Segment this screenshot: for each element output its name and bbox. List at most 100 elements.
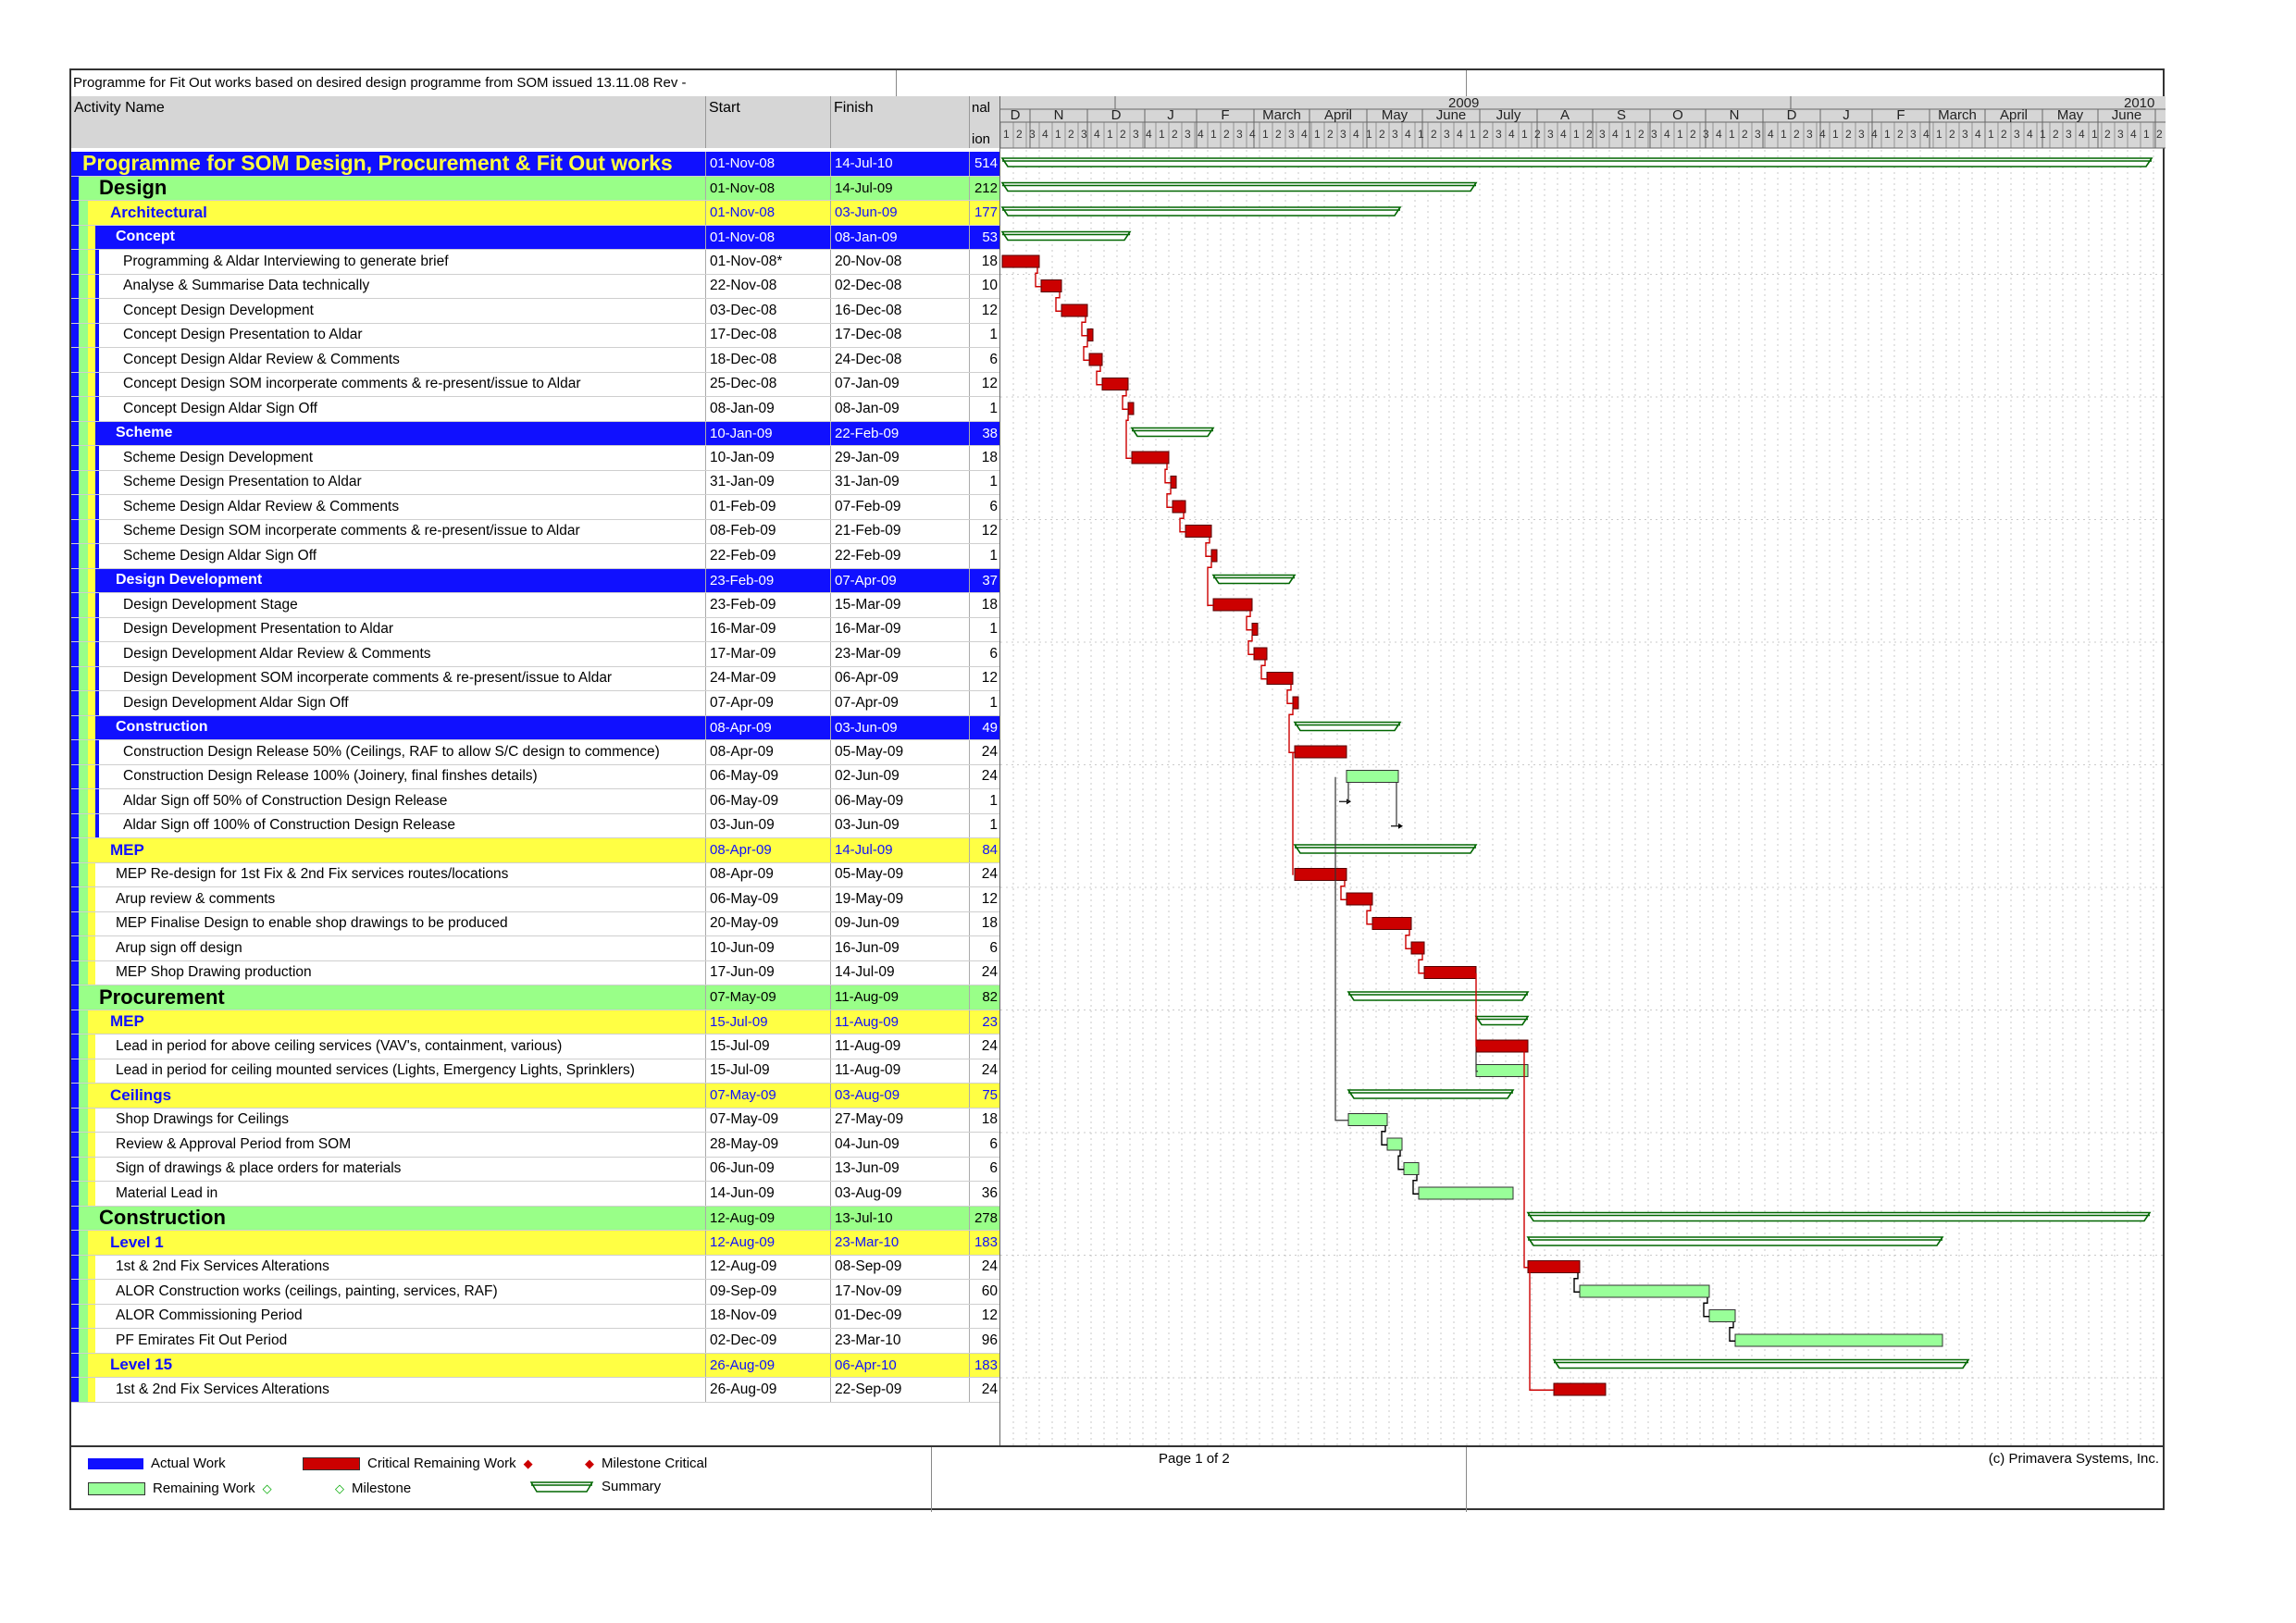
duration-cell: 60 [969,1280,999,1304]
column-header-duration[interactable]: nal ion [969,96,1000,148]
activity-row[interactable]: Construction Design Release 50% (Ceiling… [71,740,999,765]
activity-row[interactable]: Arup review & comments 06-May-09 19-May-09… [71,887,999,912]
activity-row[interactable]: Aldar Sign off 100% of Construction Desi… [71,813,999,838]
activity-name-cell: MEP Re-design for 1st Fix & 2nd Fix serv… [71,862,705,886]
finish-date-cell: 14-Jul-09 [830,960,969,985]
activity-row[interactable]: Arup sign off design 10-Jun-09 16-Jun-09 6 [71,936,999,961]
activity-row[interactable]: Scheme Design Aldar Review & Comments 01-… [71,495,999,520]
wbs-indent-bar [95,397,99,421]
wbs-indent-bar [71,911,79,935]
discipline-row[interactable]: MEP 08-Apr-09 14-Jul-09 84 [71,838,999,863]
activity-row[interactable]: Concept Design Development 03-Dec-08 16-De… [71,299,999,324]
activity-row[interactable]: 1st & 2nd Fix Services Alterations 12-Aug… [71,1255,999,1280]
activity-row[interactable]: MEP Finalise Design to enable shop drawi… [71,911,999,936]
dependency-link [1122,390,1128,410]
activity-row[interactable]: Scheme Design Aldar Sign Off 22-Feb-09 22-… [71,544,999,569]
activity-name-cell: Scheme Design SOM incorperate comments &… [71,519,705,543]
activity-row[interactable]: Scheme Design Presentation to Aldar 31-Ja… [71,470,999,495]
wbs-indent-bar [79,691,88,715]
summary-bar [1552,1358,1970,1369]
activity-name-cell: Design Development SOM incorperate comme… [71,666,705,690]
activity-row[interactable]: Design Development Aldar Review & Commen… [71,642,999,667]
column-header-finish[interactable]: Finish [830,96,970,148]
discipline-row[interactable]: MEP 15-Jul-09 11-Aug-09 23 [71,1010,999,1035]
activity-row[interactable]: MEP Shop Drawing production 17-Jun-09 14-J… [71,960,999,985]
activity-row[interactable]: Design Development Aldar Sign Off 07-Apr-… [71,691,999,716]
activity-row[interactable]: Lead in period for above ceiling service… [71,1035,999,1059]
duration-cell: 6 [969,495,999,519]
summary-bar [1347,1089,1515,1099]
week-label: 2 [2104,128,2111,141]
wbs-indent-bar [88,813,95,837]
activity-name: Architectural [110,203,207,221]
activity-row[interactable]: ALOR Commissioning Period 18-Nov-09 01-Dec… [71,1304,999,1329]
activity-row[interactable]: Construction Design Release 100% (Joiner… [71,764,999,789]
duration-cell: 1 [969,789,999,813]
duration-cell: 1 [969,691,999,715]
activity-row[interactable]: Concept Design Aldar Review & Comments 18… [71,348,999,373]
activity-row[interactable]: Design Development Presentation to Aldar… [71,617,999,642]
activity-row[interactable]: Concept Design SOM incorperate comments … [71,372,999,397]
start-date-cell: 22-Feb-09 [705,544,830,568]
activity-name: Concept Design Presentation to Aldar [123,327,363,343]
activity-row[interactable]: PF Emirates Fit Out Period 02-Dec-09 23-Ma… [71,1329,999,1354]
activity-row[interactable]: ALOR Construction works (ceilings, paint… [71,1280,999,1305]
week-label: 1 [1573,128,1580,141]
activity-row[interactable]: Programming & Aldar Interviewing to gene… [71,250,999,275]
finish-date-cell: 07-Jan-09 [830,372,969,396]
wbs-indent-bar [71,274,79,298]
activity-row[interactable]: Material Lead in 14-Jun-09 03-Aug-09 36 [71,1182,999,1207]
wbs-indent-bar [79,225,88,249]
start-date-cell: 25-Dec-08 [705,372,830,396]
legend-actual-work: Actual Work [88,1456,226,1471]
activity-row[interactable]: Shop Drawings for Ceilings 07-May-09 27-Ma… [71,1108,999,1133]
wbs-indent-bar [79,862,88,886]
start-date-cell: 24-Mar-09 [705,666,830,690]
programme-row[interactable]: Programme for SOM Design, Procurement & … [71,152,999,177]
activity-row[interactable]: Review & Approval Period from SOM 28-May-… [71,1133,999,1158]
month-label: D [1787,107,1797,123]
activity-row[interactable]: MEP Re-design for 1st Fix & 2nd Fix serv… [71,862,999,887]
phase-row[interactable]: Construction 12-Aug-09 13-Jul-10 278 [71,1206,999,1231]
activity-row[interactable]: Concept Design Presentation to Aldar 17-D… [71,323,999,348]
stage-row[interactable]: Concept 01-Nov-08 08-Jan-09 53 [71,225,999,250]
activity-row[interactable]: Analyse & Summarise Data technically 22-N… [71,274,999,299]
wbs-indent-bar [71,691,79,715]
discipline-row[interactable]: Level 15 26-Aug-09 06-Apr-10 183 [71,1353,999,1378]
activity-row[interactable]: Concept Design Aldar Sign Off 08-Jan-09 08… [71,397,999,422]
stage-row[interactable]: Construction 08-Apr-09 03-Jun-09 49 [71,715,999,740]
wbs-indent-bar [95,666,99,690]
activity-row[interactable]: Scheme Design SOM incorperate comments &… [71,519,999,544]
column-header-activity[interactable]: Activity Name [71,96,705,148]
wbs-indent-bar [88,642,95,666]
week-label: 3 [1910,128,1917,141]
activity-row[interactable]: Aldar Sign off 50% of Construction Desig… [71,789,999,814]
summary-bar [1526,1236,1944,1246]
wbs-indent-bar [79,960,88,985]
wbs-indent-bar [88,274,95,298]
discipline-row[interactable]: Architectural 01-Nov-08 03-Jun-09 177 [71,201,999,226]
week-label: 3 [1858,128,1865,141]
activity-row[interactable]: 1st & 2nd Fix Services Alterations 26-Aug… [71,1378,999,1403]
column-header-start[interactable]: Start [705,96,831,148]
discipline-row[interactable]: Level 1 12-Aug-09 23-Mar-10 183 [71,1231,999,1256]
activity-row[interactable]: Sign of drawings & place orders for mate… [71,1157,999,1182]
activity-name-cell: Arup review & comments [71,887,705,911]
activity-row[interactable]: Scheme Design Development 10-Jan-09 29-Jan… [71,446,999,471]
critical-bar [1475,1039,1529,1053]
stage-row[interactable]: Design Development 23-Feb-09 07-Apr-09 37 [71,568,999,593]
phase-row[interactable]: Procurement 07-May-09 11-Aug-09 82 [71,985,999,1010]
dependency-link [1247,635,1254,655]
phase-row[interactable]: Design 01-Nov-08 14-Jul-09 212 [71,176,999,201]
duration-cell: 10 [969,274,999,298]
discipline-row[interactable]: Ceilings 07-May-09 03-Aug-09 75 [71,1084,999,1109]
stage-row[interactable]: Scheme 10-Jan-09 22-Feb-09 38 [71,421,999,446]
dependency-link [1055,291,1061,312]
wbs-indent-bar [79,1329,88,1353]
activity-row[interactable]: Lead in period for ceiling mounted servi… [71,1059,999,1084]
activity-row[interactable]: Design Development Stage 23-Feb-09 15-Mar-… [71,593,999,618]
activity-row[interactable]: Design Development SOM incorperate comme… [71,666,999,691]
finish-date-cell: 03-Jun-09 [830,201,969,225]
title-divider [1466,70,1467,96]
week-label: 4 [2130,128,2137,141]
